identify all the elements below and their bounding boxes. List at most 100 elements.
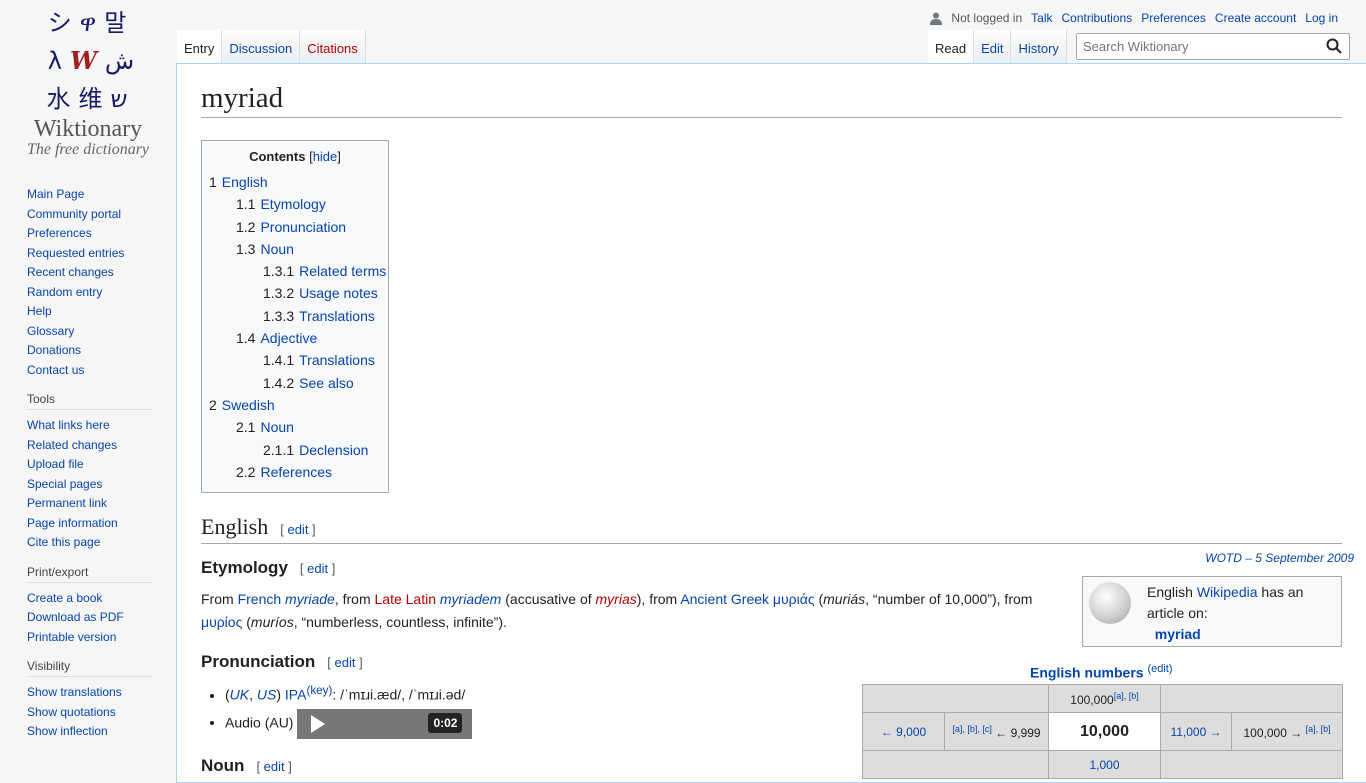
ipa-key-link[interactable]: (key): [306, 684, 332, 697]
tab-edit[interactable]: Edit: [974, 30, 1012, 64]
search-input[interactable]: [1077, 34, 1317, 59]
num-top-refs[interactable]: [a], [b]: [1114, 691, 1139, 701]
num-prev2-link[interactable]: ← 9,000: [881, 725, 926, 739]
sidebar-item-show-translations[interactable]: Show translations: [27, 683, 152, 703]
sidebar-item-main-page[interactable]: Main Page: [27, 185, 152, 205]
english-numbers-link[interactable]: English numbers: [1030, 665, 1144, 681]
toc-item-1-4-2-see-also[interactable]: 1.4.2 See also: [209, 372, 381, 394]
not-logged-in: Not logged in: [951, 11, 1023, 25]
tab-history[interactable]: History: [1011, 30, 1067, 64]
toc-item-1-4-adjective[interactable]: 1.4 Adjective: [209, 327, 381, 349]
etymology-link[interactable]: μυριάς: [773, 591, 815, 607]
toc-link[interactable]: Usage notes: [299, 285, 378, 301]
sidebar-item-community-portal[interactable]: Community portal: [27, 205, 152, 225]
toc-item-2-1-noun[interactable]: 2.1 Noun: [209, 416, 381, 438]
num-prev1-refs[interactable]: [a], [b], [c]: [952, 724, 992, 734]
toc-item-2-2-references[interactable]: 2.2 References: [209, 461, 381, 483]
ipa-link[interactable]: IPA: [285, 687, 307, 703]
toc-hide-link[interactable]: hide: [313, 149, 338, 164]
etymology-link[interactable]: myriade: [285, 591, 335, 607]
etymology-link[interactable]: myriadem: [440, 591, 501, 607]
preferences-link[interactable]: Preferences: [1141, 11, 1206, 25]
wikipedia-link[interactable]: Wikipedia: [1197, 584, 1258, 600]
sidebar-item-show-inflection[interactable]: Show inflection: [27, 722, 152, 742]
edit-pronunciation-link[interactable]: edit: [335, 655, 356, 670]
toc-item-1-3-2-usage-notes[interactable]: 1.3.2 Usage notes: [209, 282, 381, 304]
sidebar-item-requested-entries[interactable]: Requested entries: [27, 244, 152, 264]
us-link[interactable]: US: [257, 687, 276, 703]
sidebar-item-related-changes[interactable]: Related changes: [27, 436, 152, 456]
talk-link[interactable]: Talk: [1031, 11, 1052, 25]
sidebar-item-cite-this-page[interactable]: Cite this page: [27, 533, 152, 553]
sidebar-item-glossary[interactable]: Glossary: [27, 322, 152, 342]
toc-item-1-3-3-translations[interactable]: 1.3.3 Translations: [209, 305, 381, 327]
sidebar-item-recent-changes[interactable]: Recent changes: [27, 263, 152, 283]
num-next2-refs[interactable]: [a], [b]: [1306, 724, 1331, 734]
toc-link[interactable]: Noun: [260, 419, 293, 435]
contributions-link[interactable]: Contributions: [1061, 11, 1132, 25]
tab-citations[interactable]: Citations: [300, 30, 366, 64]
play-icon[interactable]: [311, 714, 326, 733]
etymology-link[interactable]: Ancient Greek: [680, 591, 769, 607]
edit-noun-link[interactable]: edit: [264, 759, 285, 774]
etymology-link[interactable]: μυρίος: [201, 614, 242, 630]
tab-entry[interactable]: Entry: [177, 30, 223, 64]
toc-link[interactable]: References: [260, 464, 332, 480]
toc-item-1-english[interactable]: 1 English: [209, 171, 381, 193]
toc-item-2-swedish[interactable]: 2 Swedish: [209, 394, 381, 416]
etymology-link[interactable]: myrias: [596, 591, 637, 607]
tab-discussion[interactable]: Discussion: [222, 30, 301, 64]
sidebar-item-download-as-pdf[interactable]: Download as PDF: [27, 608, 152, 628]
sidebar-item-show-quotations[interactable]: Show quotations: [27, 703, 152, 723]
numbers-edit-link[interactable]: (edit): [1147, 663, 1172, 675]
sidebar-item-upload-file[interactable]: Upload file: [27, 455, 152, 475]
toc-link[interactable]: Adjective: [260, 330, 317, 346]
logo-name: Wiktionary: [33, 116, 143, 142]
toc-link[interactable]: Translations: [299, 308, 375, 324]
wikipedia-article-link[interactable]: myriad: [1155, 626, 1201, 642]
toc-number: 2: [209, 396, 217, 413]
sidebar-item-page-information[interactable]: Page information: [27, 514, 152, 534]
toc-item-1-4-1-translations[interactable]: 1.4.1 Translations: [209, 349, 381, 371]
etymology-link[interactable]: French: [238, 591, 282, 607]
uk-link[interactable]: UK: [230, 687, 249, 703]
wotd-link[interactable]: WOTD – 5 September 2009: [1205, 551, 1354, 565]
toc-link[interactable]: See also: [299, 375, 353, 391]
sidebar-item-contact-us[interactable]: Contact us: [27, 361, 152, 381]
sidebar-item-what-links-here[interactable]: What links here: [27, 416, 152, 436]
sidebar-item-permanent-link[interactable]: Permanent link: [27, 494, 152, 514]
sidebar-item-create-a-book[interactable]: Create a book: [27, 589, 152, 609]
sidebar-item-preferences[interactable]: Preferences: [27, 224, 152, 244]
toc-item-2-1-1-declension[interactable]: 2.1.1 Declension: [209, 439, 381, 461]
toc-number: 1.1: [236, 196, 256, 213]
toc-link[interactable]: Pronunciation: [260, 219, 346, 235]
toc-link[interactable]: Swedish: [222, 397, 275, 413]
create-account-link[interactable]: Create account: [1215, 11, 1296, 25]
sidebar-item-special-pages[interactable]: Special pages: [27, 475, 152, 495]
edit-english-link[interactable]: edit: [287, 522, 308, 537]
etymology-link[interactable]: Late Latin: [375, 591, 437, 607]
toc-link[interactable]: Noun: [260, 241, 293, 257]
log-in-link[interactable]: Log in: [1305, 11, 1338, 25]
toc-link[interactable]: Declension: [299, 442, 368, 458]
search-icon[interactable]: [1326, 38, 1342, 54]
num-next1-link[interactable]: 11,000 →: [1170, 725, 1221, 739]
sidebar-item-help[interactable]: Help: [27, 302, 152, 322]
edit-etymology-link[interactable]: edit: [307, 561, 328, 576]
toc-item-1-2-pronunciation[interactable]: 1.2 Pronunciation: [209, 216, 381, 238]
toc-item-1-3-noun[interactable]: 1.3 Noun: [209, 238, 381, 260]
sidebar-item-random-entry[interactable]: Random entry: [27, 283, 152, 303]
tab-read[interactable]: Read: [928, 30, 975, 64]
etymology-text-part: , “number of 10,000”), from: [865, 591, 1033, 607]
toc-link[interactable]: Related terms: [299, 263, 386, 279]
sidebar-item-donations[interactable]: Donations: [27, 341, 152, 361]
wiktionary-logo[interactable]: シዋ말 λWش 水维ש Wiktionary The free dictionary: [0, 0, 176, 165]
toc-link[interactable]: Translations: [299, 352, 375, 368]
toc-item-1-1-etymology[interactable]: 1.1 Etymology: [209, 193, 381, 215]
audio-player[interactable]: 0:02: [297, 708, 473, 739]
num-bottom-link[interactable]: 1,000: [1089, 758, 1119, 772]
sidebar-item-printable-version[interactable]: Printable version: [27, 628, 152, 648]
toc-item-1-3-1-related-terms[interactable]: 1.3.1 Related terms: [209, 260, 386, 282]
toc-link[interactable]: Etymology: [260, 196, 325, 212]
toc-link[interactable]: English: [222, 174, 268, 190]
